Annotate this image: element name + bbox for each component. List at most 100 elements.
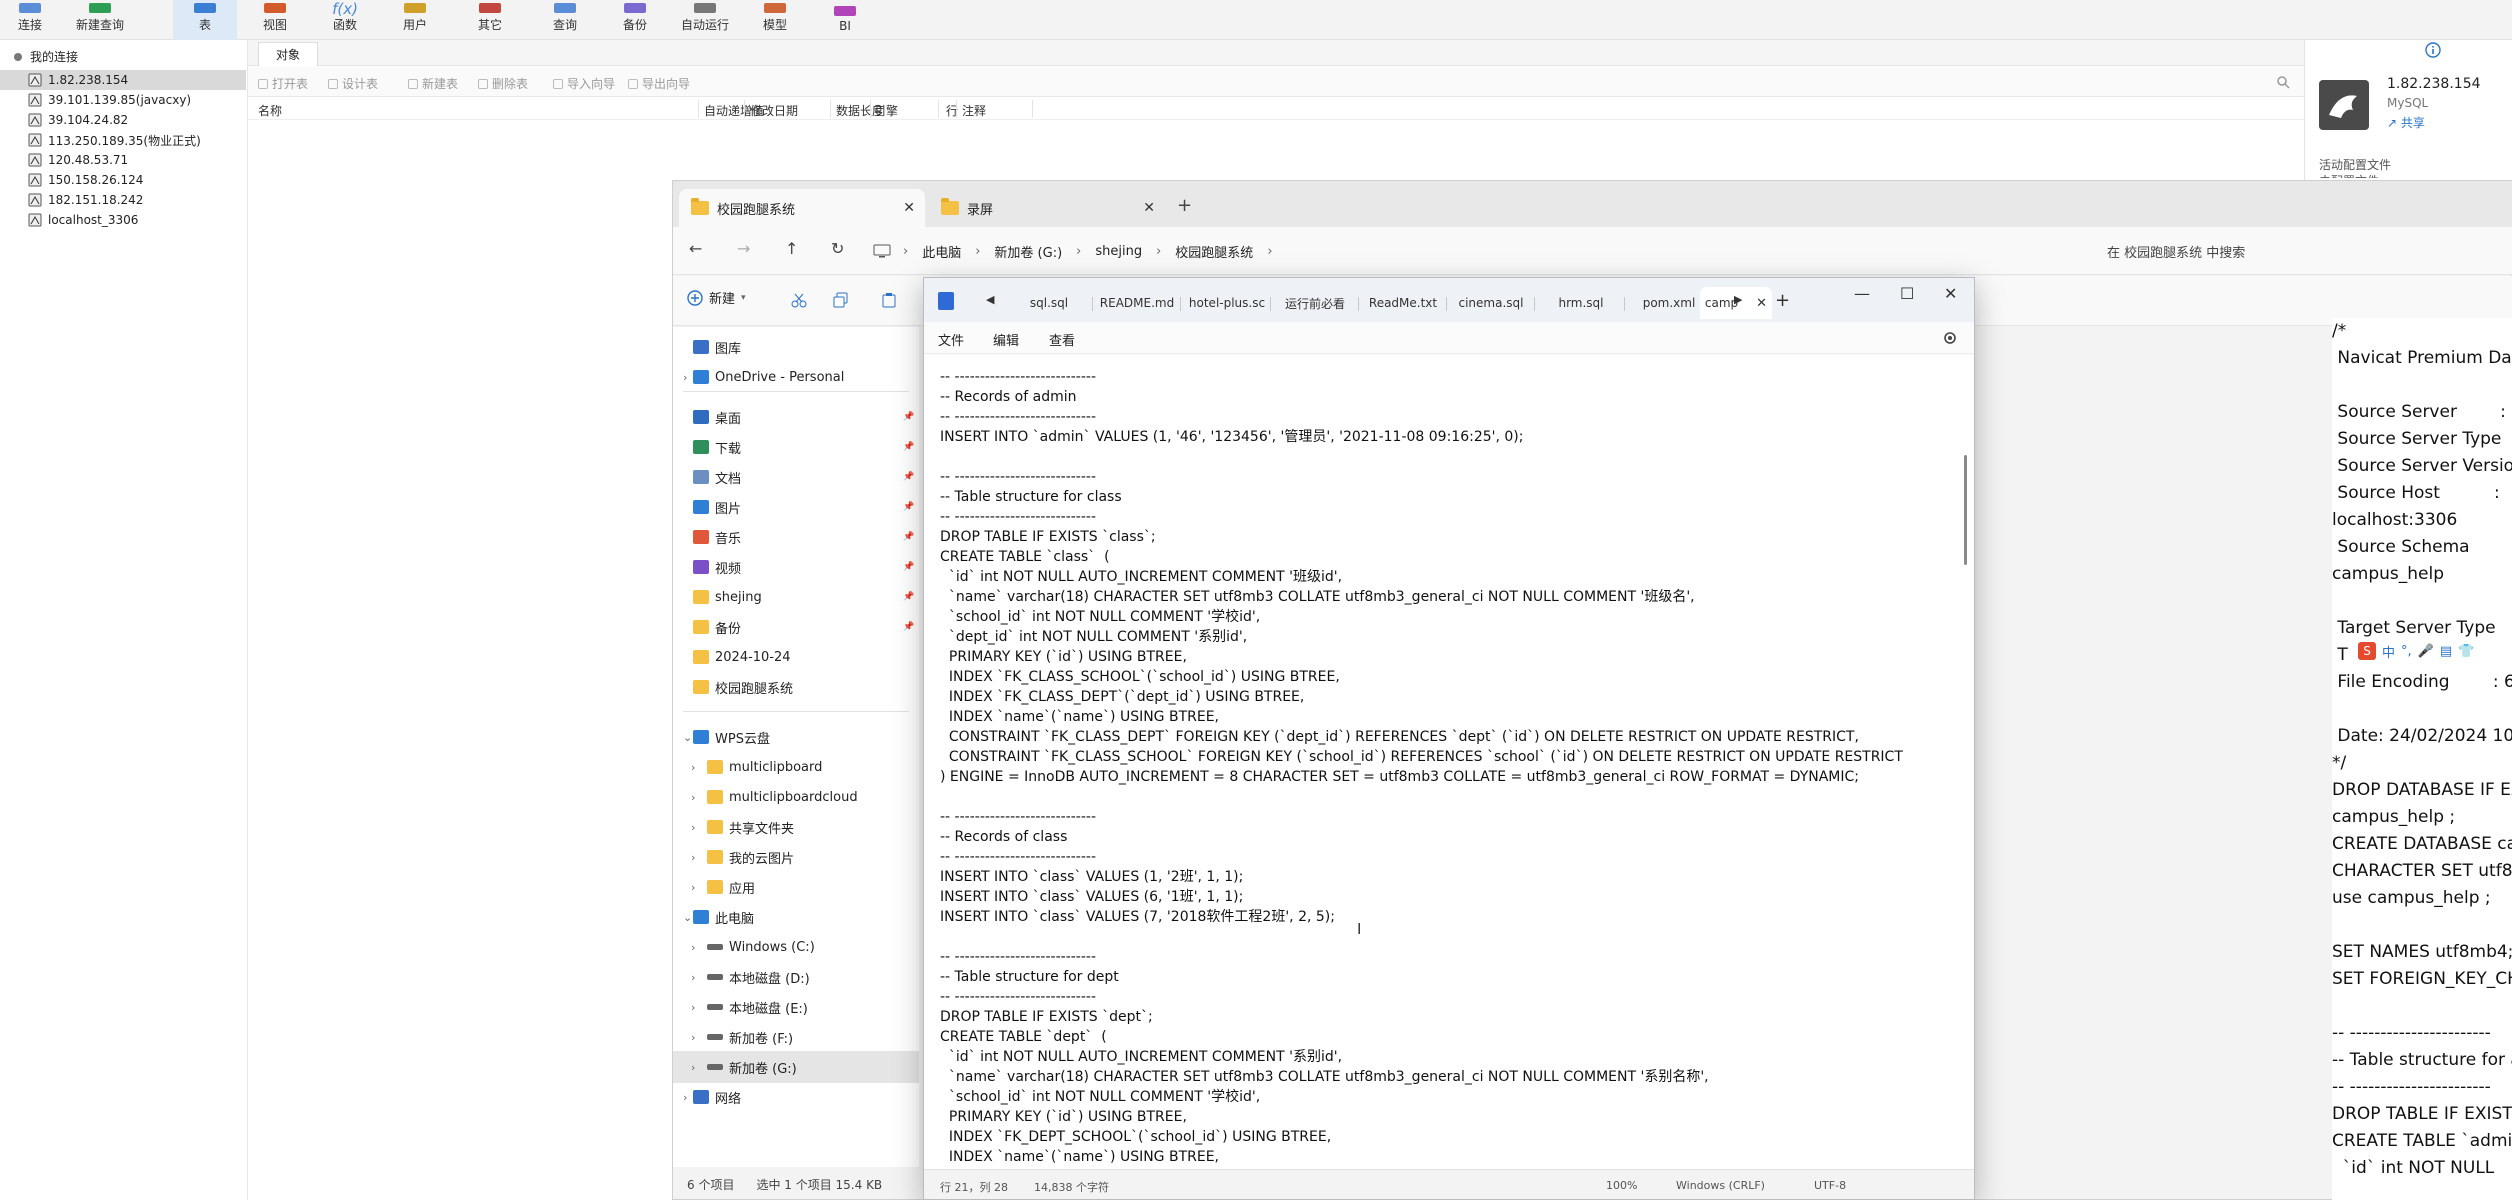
ime-keyboard-icon[interactable]: ▤ — [2440, 644, 2452, 659]
toolbar-btn-button[interactable]: 自动运行 — [673, 0, 737, 40]
nav-item[interactable]: 文档 📌 — [673, 461, 919, 493]
toolbar-table-button[interactable]: 表 — [173, 0, 237, 40]
toolbar-btn-button[interactable]: 用户 — [383, 0, 447, 40]
connection-item[interactable]: 150.158.26.124 — [0, 170, 246, 190]
toolbar-btn-button[interactable]: BI — [813, 0, 877, 40]
connection-item[interactable]: 39.104.24.82 — [0, 110, 246, 130]
breadcrumb-item[interactable]: 此电脑 — [922, 242, 961, 261]
ime-skin-icon[interactable]: 👕 — [2458, 644, 2474, 659]
copy-icon[interactable] — [833, 292, 849, 308]
chevron-down-icon[interactable]: ⌄ — [683, 911, 692, 924]
nav-item[interactable]: › 本地磁盘 (D:) — [673, 961, 919, 993]
toolbar-btn-button[interactable]: f(x) 函数 — [313, 0, 377, 40]
forward-arrow-icon[interactable]: → — [737, 239, 750, 258]
scroll-tabs-right-icon[interactable]: ▶ — [1734, 293, 1742, 306]
column-header[interactable]: 注释 — [962, 102, 986, 119]
toolbar-btn-button[interactable]: 连接 — [0, 0, 62, 40]
menu-file[interactable]: 文件 — [938, 330, 964, 349]
nav-item[interactable]: 桌面 📌 — [673, 401, 919, 433]
editor-tab[interactable]: ReadMe.txt — [1358, 287, 1448, 319]
editor-tab[interactable]: cinema.sql — [1446, 287, 1536, 319]
chevron-right-icon[interactable]: › — [691, 1001, 695, 1014]
nav-item[interactable]: ⌄ 此电脑 — [673, 901, 919, 933]
share-link[interactable]: ↗ 共享 — [2387, 114, 2425, 131]
zoom-level[interactable]: 100% — [1606, 1179, 1637, 1192]
toolbar-btn-button[interactable]: 新建查询 — [68, 0, 132, 40]
encoding[interactable]: UTF-8 — [1814, 1179, 1846, 1192]
nav-item[interactable]: › 网络 — [673, 1081, 919, 1113]
chevron-right-icon[interactable]: › — [691, 791, 695, 804]
ime-punct-toggle[interactable]: °, — [2401, 644, 2412, 659]
object-tool-button[interactable]: 打开表 — [258, 75, 308, 92]
nav-item[interactable]: ⌄ WPS云盘 — [673, 721, 919, 753]
nav-item[interactable]: › 我的云图片 — [673, 841, 919, 873]
menu-edit[interactable]: 编辑 — [993, 330, 1019, 349]
connection-item[interactable]: 182.151.18.242 — [0, 190, 246, 210]
nav-item[interactable]: 下载 📌 — [673, 431, 919, 463]
search-input[interactable]: 在 校园跑腿系统 中搜索 — [2093, 236, 2512, 266]
explorer-tab-record[interactable]: 录屏 ✕ — [929, 189, 1165, 227]
new-button[interactable]: 新建 ▾ — [687, 288, 746, 307]
object-tool-button[interactable]: 删除表 — [478, 75, 528, 92]
nav-item[interactable]: 校园跑腿系统 — [673, 671, 919, 703]
editor-tab[interactable]: sql.sql — [1004, 287, 1094, 319]
paste-icon[interactable] — [881, 292, 897, 308]
toolbar-btn-button[interactable]: 视图 — [243, 0, 307, 40]
chevron-right-icon[interactable]: › — [683, 371, 687, 384]
nav-item[interactable]: 音乐 📌 — [673, 521, 919, 553]
info-icon[interactable] — [2425, 42, 2441, 58]
nav-item[interactable]: › OneDrive - Personal — [673, 361, 919, 393]
refresh-icon[interactable]: ↻ — [831, 239, 844, 258]
object-tool-button[interactable]: 导入向导 — [553, 75, 615, 92]
connection-item[interactable]: localhost_3306 — [0, 210, 246, 230]
connection-item[interactable]: 1.82.238.154 — [0, 70, 246, 90]
nav-item[interactable]: shejing 📌 — [673, 581, 919, 613]
toolbar-btn-button[interactable]: 查询 — [533, 0, 597, 40]
chevron-right-icon[interactable]: › — [691, 821, 695, 834]
breadcrumb-item[interactable]: 校园跑腿系统 — [1175, 242, 1253, 261]
close-icon[interactable]: ✕ — [1143, 200, 1155, 216]
search-icon[interactable] — [2276, 75, 2290, 89]
ime-chinese-toggle[interactable]: 中 — [2382, 642, 2395, 661]
nav-item[interactable]: › 共享文件夹 — [673, 811, 919, 843]
nav-item[interactable]: 图库 — [673, 331, 919, 363]
column-header[interactable]: 名称 — [258, 102, 282, 119]
object-tool-button[interactable]: 新建表 — [408, 75, 458, 92]
new-tab-button[interactable]: + — [1775, 290, 1790, 311]
nav-item[interactable]: 备份 📌 — [673, 611, 919, 643]
new-tab-button[interactable]: + — [1177, 195, 1192, 216]
chevron-right-icon[interactable]: › — [691, 941, 695, 954]
nav-item[interactable]: › Windows (C:) — [673, 931, 919, 963]
nav-item[interactable]: › 本地磁盘 (E:) — [673, 991, 919, 1023]
cut-icon[interactable] — [791, 292, 807, 308]
text-editor[interactable]: I -- ---------------------------- -- Reco… — [924, 355, 1974, 1169]
chevron-down-icon[interactable]: ⌄ — [683, 731, 692, 744]
nav-item[interactable]: › multiclipboard — [673, 751, 919, 783]
nav-item[interactable]: › 新加卷 (G:) — [673, 1051, 919, 1083]
nav-item[interactable]: 2024-10-24 — [673, 641, 919, 673]
chevron-right-icon[interactable]: › — [691, 1061, 695, 1074]
close-icon[interactable]: ✕ — [1756, 296, 1767, 311]
editor-tab[interactable]: hrm.sql — [1536, 287, 1626, 319]
breadcrumb-item[interactable]: shejing — [1095, 244, 1142, 259]
nav-item[interactable]: 视频 📌 — [673, 551, 919, 583]
scroll-tabs-left-icon[interactable]: ◀ — [986, 293, 994, 306]
minimize-icon[interactable]: — — [1854, 284, 1870, 303]
connection-item[interactable]: 113.250.189.35(物业正式) — [0, 130, 246, 150]
gear-icon[interactable] — [1942, 330, 1958, 346]
nav-item[interactable]: › 应用 — [673, 871, 919, 903]
close-icon[interactable]: ✕ — [903, 200, 915, 216]
explorer-tab-campus[interactable]: 校园跑腿系统 ✕ — [679, 189, 925, 227]
object-tool-button[interactable]: 设计表 — [328, 75, 378, 92]
close-icon[interactable]: ✕ — [1944, 284, 1957, 303]
toolbar-btn-button[interactable]: 其它 — [458, 0, 522, 40]
editor-scrollbar[interactable] — [1964, 455, 1967, 565]
connection-header[interactable]: 我的连接 — [12, 48, 78, 65]
up-arrow-icon[interactable]: ↑ — [785, 239, 798, 258]
editor-tab[interactable]: README.md — [1092, 287, 1182, 319]
chevron-right-icon[interactable]: › — [691, 971, 695, 984]
chevron-right-icon[interactable]: › — [683, 1091, 687, 1104]
object-tool-button[interactable]: 导出向导 — [628, 75, 690, 92]
address-bar[interactable]: › 此电脑 › 新加卷 (G:) › shejing › 校园跑腿系统 › — [873, 236, 2043, 266]
chevron-right-icon[interactable]: › — [691, 1031, 695, 1044]
